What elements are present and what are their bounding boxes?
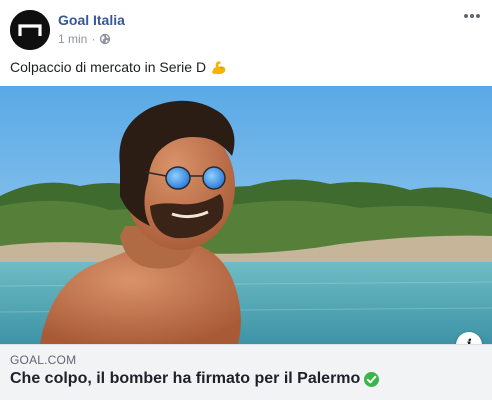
dot-1 (464, 14, 468, 18)
globe-icon[interactable] (99, 33, 111, 45)
facebook-post: Goal Italia 1 min · Colpaccio di mercato… (0, 0, 492, 400)
link-preview-card[interactable]: i GOAL.COM Che colpo, il bomber ha firma… (0, 86, 492, 400)
dot-2 (470, 14, 474, 18)
link-preview-image[interactable] (0, 86, 492, 344)
check-mark-button-icon (364, 371, 380, 387)
dot-3 (476, 14, 480, 18)
post-message: Colpaccio di mercato in Serie D (10, 59, 207, 75)
goal-logo-icon (10, 10, 50, 50)
flexed-biceps-icon (212, 61, 226, 75)
link-headline[interactable]: Che colpo, il bomber ha firmato per il P… (10, 370, 380, 388)
post-header: Goal Italia 1 min · (0, 0, 492, 58)
page-avatar[interactable] (10, 10, 50, 50)
page-name-link[interactable]: Goal Italia (58, 12, 125, 28)
link-headline-text: Che colpo, il bomber ha firmato per il P… (10, 370, 361, 387)
more-options-icon[interactable] (462, 8, 482, 24)
link-caption[interactable]: GOAL.COM Che colpo, il bomber ha firmato… (0, 344, 492, 400)
beach-portrait-image (0, 86, 492, 344)
link-domain: GOAL.COM (10, 353, 77, 367)
meta-separator: · (91, 32, 96, 46)
post-timestamp[interactable]: 1 min (58, 32, 87, 46)
post-text: Colpaccio di mercato in Serie D (10, 58, 228, 76)
post-meta: 1 min · (58, 32, 111, 46)
